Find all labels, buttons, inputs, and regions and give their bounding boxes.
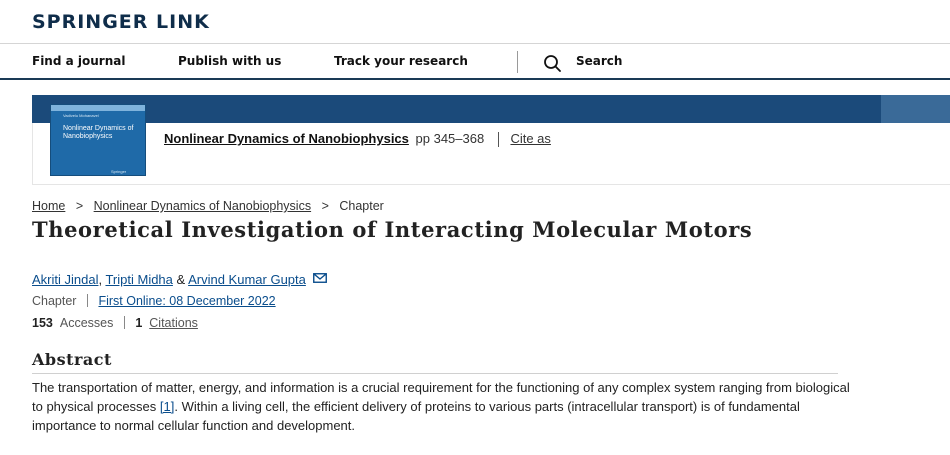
site-header: SPRINGER LINK <box>0 0 950 44</box>
nav-publish-with-us[interactable]: Publish with us <box>178 54 281 68</box>
book-cover-title: Nonlinear Dynamics of Nanobiophysics <box>63 125 134 140</box>
meta-divider <box>86 294 88 307</box>
email-icon[interactable] <box>312 273 327 283</box>
metrics-divider <box>123 316 125 329</box>
book-cover-publisher: Springer <box>111 169 127 174</box>
breadcrumb-separator: > <box>321 199 329 213</box>
cite-as-link[interactable]: Cite as <box>510 131 550 146</box>
nav-find-journal[interactable]: Find a journal <box>32 54 125 68</box>
author-list: Akriti Jindal, Tripti Midha & Arvind Kum… <box>32 272 327 287</box>
abstract-heading: Abstract <box>32 350 112 369</box>
book-info: Nonlinear Dynamics of Nanobiophysics pp … <box>164 131 551 148</box>
chapter-metrics: 153 Accesses 1 Citations <box>32 316 198 330</box>
breadcrumb-current: Chapter <box>339 199 384 213</box>
main-nav: Find a journal Publish with us Track you… <box>0 44 950 80</box>
book-banner-bar <box>32 95 950 123</box>
accesses-count: 153 <box>32 316 53 330</box>
reference-link[interactable]: [1] <box>160 399 174 414</box>
chapter-title: Theoretical Investigation of Interacting… <box>32 217 753 242</box>
book-cover[interactable]: Vadivelu Mohanavel Nonlinear Dynamics of… <box>50 104 146 176</box>
first-online-link[interactable]: First Online: 08 December 2022 <box>98 294 275 308</box>
nav-track-research[interactable]: Track your research <box>334 54 468 68</box>
author-link[interactable]: Akriti Jindal <box>32 272 98 287</box>
book-title-link[interactable]: Nonlinear Dynamics of Nanobiophysics <box>164 131 409 146</box>
citations-link[interactable]: Citations <box>149 316 198 330</box>
nav-divider <box>517 51 518 73</box>
author-link[interactable]: Tripti Midha <box>105 272 172 287</box>
breadcrumb: Home > Nonlinear Dynamics of Nanobiophys… <box>32 199 384 213</box>
breadcrumb-home[interactable]: Home <box>32 199 65 213</box>
book-banner-bar-edge <box>881 95 950 123</box>
book-pages: pp 345–368 <box>415 131 485 146</box>
book-info-divider <box>497 132 499 148</box>
accesses-label: Accesses <box>59 316 114 330</box>
springer-link-logo[interactable]: SPRINGER LINK <box>32 11 210 33</box>
author-separator: & <box>172 272 189 287</box>
book-cover-editors: Vadivelu Mohanavel <box>63 113 99 118</box>
abstract-divider <box>32 373 838 374</box>
breadcrumb-book[interactable]: Nonlinear Dynamics of Nanobiophysics <box>94 199 311 213</box>
content-type: Chapter <box>32 294 77 308</box>
search-icon[interactable] <box>542 54 562 72</box>
citations-count: 1 <box>135 316 143 330</box>
book-cover-strip <box>51 105 145 111</box>
author-link[interactable]: Arvind Kumar Gupta <box>188 272 306 287</box>
abstract-text: The transportation of matter, energy, an… <box>32 378 852 435</box>
nav-search[interactable]: Search <box>576 54 622 68</box>
chapter-meta: Chapter First Online: 08 December 2022 <box>32 294 276 308</box>
breadcrumb-separator: > <box>75 199 84 213</box>
